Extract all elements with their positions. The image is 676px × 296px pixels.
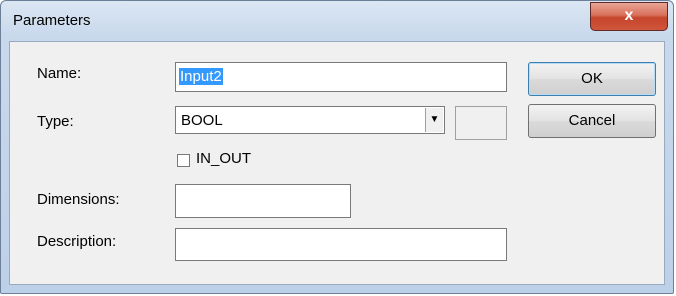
name-label: Name: xyxy=(37,65,82,82)
description-label: Description: xyxy=(37,233,117,250)
dimensions-label: Dimensions: xyxy=(37,191,120,208)
type-select[interactable]: BOOL ▼ xyxy=(175,106,445,134)
dialog-title: Parameters xyxy=(13,12,91,29)
dimensions-field[interactable] xyxy=(175,184,351,218)
name-value: Input2 xyxy=(179,68,223,85)
close-button[interactable]: x xyxy=(590,2,668,31)
parameters-dialog: Parameters x Name: Input2 Type: BOOL ▼ I… xyxy=(0,0,674,294)
type-size-box xyxy=(455,106,507,140)
inout-checkbox[interactable] xyxy=(177,154,190,167)
inout-label: IN_OUT xyxy=(196,150,252,167)
close-icon: x xyxy=(624,7,634,24)
type-value: BOOL xyxy=(181,112,223,129)
type-label: Type: xyxy=(37,113,74,130)
title-bar[interactable]: Parameters xyxy=(1,1,673,41)
chevron-down-icon[interactable]: ▼ xyxy=(425,108,443,132)
cancel-button[interactable]: Cancel xyxy=(528,104,656,138)
description-field[interactable] xyxy=(175,228,507,261)
name-field[interactable]: Input2 xyxy=(175,62,507,92)
ok-button[interactable]: OK xyxy=(528,62,656,96)
dialog-body: Name: Input2 Type: BOOL ▼ IN_OUT Dimensi… xyxy=(9,41,665,285)
